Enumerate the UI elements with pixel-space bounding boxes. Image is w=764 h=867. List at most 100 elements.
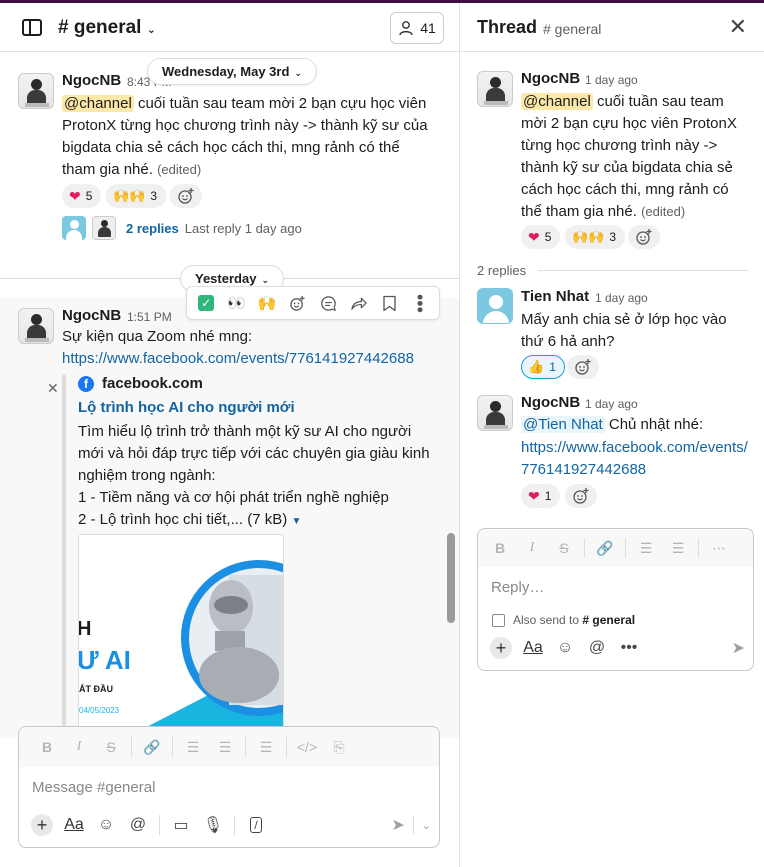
- reaction-raised-hands[interactable]: 🙌🙌 3: [565, 225, 626, 249]
- add-reaction-button[interactable]: [284, 289, 312, 317]
- add-reaction-button[interactable]: [170, 184, 202, 208]
- channel-title-button[interactable]: # general ⌄: [58, 17, 156, 39]
- video-clip-button[interactable]: ▭: [166, 811, 196, 839]
- description-item: 1 - Tiềm năng và cơ hội phát triển nghề …: [78, 489, 389, 506]
- message-input[interactable]: Message #general: [32, 779, 155, 796]
- formatting-toggle-button[interactable]: Aa: [59, 811, 89, 839]
- send-button[interactable]: ➤: [391, 815, 404, 835]
- bold-button[interactable]: B: [31, 733, 63, 761]
- attach-button[interactable]: +: [486, 634, 516, 662]
- sidebar-toggle-icon[interactable]: [22, 19, 42, 36]
- more-formatting-button[interactable]: ⋯: [703, 534, 735, 562]
- attach-button[interactable]: +: [27, 811, 57, 839]
- save-message-button[interactable]: [375, 289, 403, 317]
- date-divider-earlier[interactable]: Wednesday, May 3rd ⌄: [147, 58, 317, 85]
- avatar[interactable]: [18, 308, 54, 344]
- thread-replies-summary[interactable]: 2 replies Last reply 1 day ago: [62, 216, 302, 240]
- add-reaction-button[interactable]: [567, 355, 599, 379]
- members-button[interactable]: 41: [390, 12, 444, 44]
- reaction-raised-hands[interactable]: 🙌🙌 3: [106, 184, 167, 208]
- link-button[interactable]: 🔗: [589, 534, 621, 562]
- message-timestamp[interactable]: 1:51 PM: [127, 310, 172, 324]
- send-group: ➤: [732, 638, 745, 658]
- message-sender[interactable]: NgocNB: [62, 72, 121, 89]
- add-reaction-button[interactable]: [628, 225, 660, 249]
- react-raised-hands-button[interactable]: 🙌: [253, 289, 281, 317]
- replies-link[interactable]: 2 replies: [126, 221, 179, 236]
- mention-button[interactable]: @: [123, 811, 153, 839]
- mention-button[interactable]: @: [582, 634, 612, 662]
- event-link[interactable]: https://www.facebook.com/events/77614192…: [521, 437, 753, 481]
- user-mention[interactable]: @Tien Nhat: [521, 416, 605, 433]
- code-block-button[interactable]: ⎘: [323, 733, 355, 761]
- shortcuts-button[interactable]: /: [241, 811, 271, 839]
- more-actions-button[interactable]: •••: [614, 634, 644, 662]
- message-body: @channel cuối tuần sau team mời 2 bạn cự…: [62, 93, 437, 181]
- message-list-scrollbar[interactable]: [447, 533, 455, 623]
- channel-header: # general ⌄ 41: [0, 3, 459, 52]
- bulleted-list-button[interactable]: ☰: [662, 534, 694, 562]
- react-eyes-button[interactable]: 👀: [223, 289, 251, 317]
- avatar[interactable]: [477, 288, 513, 324]
- microphone-icon: 🎙: [202, 817, 224, 834]
- message-sender[interactable]: NgocNB: [62, 307, 121, 324]
- unfurl-site: f facebook.com: [78, 375, 203, 392]
- reaction-heart[interactable]: ❤ 5: [62, 184, 102, 208]
- reply-input[interactable]: Reply…: [491, 579, 544, 596]
- emoji-button[interactable]: ☺: [91, 811, 121, 839]
- event-link[interactable]: https://www.facebook.com/events/77614192…: [62, 348, 414, 370]
- strikethrough-button[interactable]: S: [548, 534, 580, 562]
- reaction-heart[interactable]: ❤ 1: [521, 484, 561, 508]
- bulleted-list-icon: ☰: [671, 539, 685, 556]
- message-timestamp[interactable]: 1 day ago: [585, 73, 638, 87]
- caret-down-icon[interactable]: ▼: [291, 516, 301, 527]
- thread-channel-link[interactable]: # general: [543, 21, 601, 37]
- avatar[interactable]: [477, 71, 513, 107]
- bold-button[interactable]: B: [484, 534, 516, 562]
- add-emoji-icon: [290, 295, 305, 311]
- reaction-thumbs-up[interactable]: 👍 1: [521, 355, 565, 379]
- avatar[interactable]: [18, 73, 54, 109]
- ordered-list-button[interactable]: ☰: [630, 534, 662, 562]
- message-sender[interactable]: Tien Nhat: [521, 288, 589, 305]
- strikethrough-button[interactable]: S: [95, 733, 127, 761]
- link-button[interactable]: 🔗: [136, 733, 168, 761]
- link-icon: 🔗: [143, 738, 161, 755]
- channel-mention[interactable]: @channel: [62, 95, 134, 112]
- italic-button[interactable]: I: [63, 733, 95, 761]
- message-timestamp[interactable]: 1 day ago: [595, 291, 648, 305]
- more-actions-button[interactable]: •••: [406, 289, 434, 317]
- message-timestamp[interactable]: 1 day ago: [585, 397, 638, 411]
- bulleted-list-button[interactable]: ☰: [209, 733, 241, 761]
- send-button[interactable]: ➤: [732, 638, 745, 658]
- audio-clip-button[interactable]: 🎙: [198, 811, 228, 839]
- avatar[interactable]: [477, 395, 513, 431]
- unfurl-title-link[interactable]: Lộ trình học AI cho người mới: [78, 399, 295, 416]
- also-send-checkbox[interactable]: [492, 613, 505, 627]
- composer-actions: + Aa ☺ @ ••• ➤: [486, 634, 745, 662]
- close-icon[interactable]: ✕: [47, 380, 59, 397]
- message-body: @Tien Nhat Chủ nhật nhé:: [521, 414, 753, 436]
- schedule-send-button[interactable]: ⌄: [422, 819, 431, 832]
- message-sender[interactable]: NgocNB: [521, 70, 580, 87]
- message-composer: B I S 🔗 ☰ ☰ ☰ </> ⎘ Message #general + A…: [18, 726, 440, 848]
- reaction-count: 5: [85, 189, 93, 203]
- code-button[interactable]: </>: [291, 733, 323, 761]
- share-message-button[interactable]: [345, 289, 373, 317]
- blockquote-button[interactable]: ☰: [250, 733, 282, 761]
- reaction-heart[interactable]: ❤ 5: [521, 225, 561, 249]
- formatting-toggle-button[interactable]: Aa: [518, 634, 548, 662]
- date-label: Wednesday, May 3rd: [162, 64, 290, 79]
- close-thread-button[interactable]: ✕: [729, 14, 747, 40]
- reply-in-thread-button[interactable]: [314, 289, 342, 317]
- composer-actions: + Aa ☺ @ ▭ 🎙 / ➤ ⌄: [27, 811, 431, 839]
- event-preview-image[interactable]: H Ư AI ẮT ĐẦU 04/05/2023: [78, 534, 284, 730]
- plus-icon: +: [490, 637, 512, 659]
- channel-mention[interactable]: @channel: [521, 93, 593, 110]
- add-reaction-button[interactable]: [565, 484, 597, 508]
- message-sender[interactable]: NgocNB: [521, 394, 580, 411]
- italic-button[interactable]: I: [516, 534, 548, 562]
- ordered-list-button[interactable]: ☰: [177, 733, 209, 761]
- react-check-button[interactable]: ✓: [192, 289, 220, 317]
- emoji-button[interactable]: ☺: [550, 634, 580, 662]
